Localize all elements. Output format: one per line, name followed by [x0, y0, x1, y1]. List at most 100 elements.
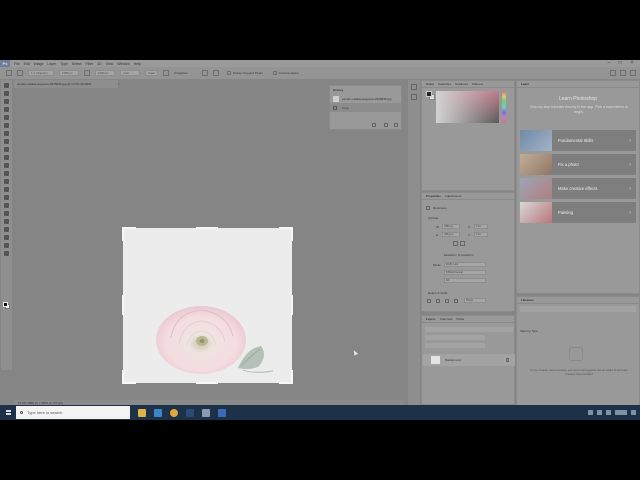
hue-slider[interactable]: [502, 91, 506, 123]
tab-properties[interactable]: Properties: [426, 194, 441, 198]
learn-card-fix-photo[interactable]: Fix a photo ›: [520, 154, 636, 175]
menu-help[interactable]: Help: [134, 62, 141, 66]
landscape-icon[interactable]: [460, 241, 465, 246]
crop-tool-icon[interactable]: [17, 70, 23, 76]
file-explorer-icon[interactable]: [138, 408, 146, 417]
resolution-input[interactable]: px/in: [120, 70, 140, 76]
minimize-icon[interactable]: –: [604, 60, 614, 67]
photoshop-icon[interactable]: [186, 408, 194, 417]
network-icon[interactable]: [588, 410, 593, 415]
tab-learn[interactable]: Learn: [521, 82, 529, 86]
history-item[interactable]: Crop: [330, 103, 401, 112]
menu-view[interactable]: View: [106, 62, 114, 66]
ruler-units-select[interactable]: Pixels: [464, 298, 486, 303]
crop-handle-top-right-v[interactable]: [291, 227, 293, 241]
edge-icon[interactable]: [154, 408, 162, 417]
mode-select[interactable]: RGB Color: [444, 262, 486, 267]
crop-height-input[interactable]: 1080 px: [95, 70, 115, 76]
learn-card-fundamental-skills[interactable]: Fundamental Skills ›: [520, 130, 636, 151]
history-item[interactable]: pexels-natalia-sergeeva-2525830.jpg: [330, 94, 401, 103]
menu-3d[interactable]: 3D: [97, 62, 101, 66]
menu-filter[interactable]: Filter: [86, 62, 94, 66]
type-tool-icon[interactable]: [4, 211, 9, 216]
brush-settings-icon[interactable]: [411, 94, 417, 100]
notification-icon[interactable]: [631, 410, 636, 415]
view-by-type-select[interactable]: View by Type: [520, 329, 538, 333]
marquee-tool-icon[interactable]: [4, 91, 9, 96]
portrait-icon[interactable]: [453, 241, 458, 246]
tab-channels[interactable]: Channels: [440, 317, 453, 321]
crop-width-input[interactable]: 1080 px: [59, 70, 79, 76]
brush-tool-icon[interactable]: [4, 147, 9, 152]
frame-tool-icon[interactable]: [4, 123, 9, 128]
tab-gradients[interactable]: Gradients: [455, 82, 468, 86]
battery-icon[interactable]: [606, 410, 611, 415]
crop-handle-bottom[interactable]: [196, 382, 218, 384]
crop-handle-top-left[interactable]: [122, 227, 136, 229]
guides-icon[interactable]: [445, 299, 449, 303]
chrome-icon[interactable]: [170, 408, 178, 417]
crop-handle-right[interactable]: [291, 295, 293, 315]
menu-file[interactable]: File: [14, 62, 20, 66]
menu-image[interactable]: Image: [34, 62, 44, 66]
guide-color-swatch[interactable]: [454, 299, 458, 303]
ruler-icon[interactable]: [427, 299, 431, 303]
start-button[interactable]: [0, 405, 16, 420]
canvas-height-input[interactable]: 3854 px: [442, 232, 460, 237]
menu-type[interactable]: Type: [60, 62, 68, 66]
eraser-tool-icon[interactable]: [4, 171, 9, 176]
crop-handle-left[interactable]: [122, 295, 124, 315]
lock-icon[interactable]: [506, 358, 509, 362]
foreground-color-chip[interactable]: [426, 91, 432, 97]
content-aware-checkbox[interactable]: [272, 71, 277, 75]
lock-options[interactable]: [425, 343, 485, 348]
crop-ratio-select[interactable]: 1:1 (Square): [28, 70, 54, 76]
clone-stamp-tool-icon[interactable]: [4, 155, 9, 160]
crop-handle-top[interactable]: [196, 227, 218, 229]
clear-button[interactable]: Clear: [145, 70, 159, 76]
history-brush-tool-icon[interactable]: [4, 163, 9, 168]
more-tools-icon[interactable]: [4, 251, 9, 256]
menu-edit[interactable]: Edit: [24, 62, 30, 66]
tab-libraries[interactable]: Libraries: [521, 298, 534, 302]
canvas-x-input[interactable]: 0 px: [474, 224, 488, 229]
lasso-tool-icon[interactable]: [4, 99, 9, 104]
zoom-tool-icon[interactable]: [4, 243, 9, 248]
tab-patterns[interactable]: Patterns: [472, 82, 483, 86]
gradient-tool-icon[interactable]: [4, 179, 9, 184]
blur-tool-icon[interactable]: [4, 187, 9, 192]
home-icon[interactable]: [6, 70, 12, 76]
canvas-width-input[interactable]: 2880 px: [442, 224, 460, 229]
swap-icon[interactable]: [84, 70, 90, 76]
healing-tool-icon[interactable]: [4, 139, 9, 144]
snapshot-icon[interactable]: [372, 123, 376, 127]
search-icon[interactable]: [610, 70, 616, 76]
delete-cropped-checkbox[interactable]: [226, 71, 231, 75]
volume-icon[interactable]: [597, 410, 602, 415]
straighten-icon[interactable]: [163, 70, 170, 76]
camera-icon[interactable]: [384, 123, 388, 127]
path-select-tool-icon[interactable]: [4, 219, 9, 224]
dodge-tool-icon[interactable]: [4, 195, 9, 200]
word-icon[interactable]: [218, 408, 226, 417]
menu-select[interactable]: Select: [72, 62, 82, 66]
fill-select[interactable]: Fill: [444, 278, 486, 283]
bit-depth-select[interactable]: 8 Bits/Channel: [444, 270, 486, 275]
document-image[interactable]: [123, 228, 292, 383]
settings-gear-icon[interactable]: [212, 70, 219, 76]
blend-mode-select[interactable]: [425, 335, 485, 340]
tab-swatches[interactable]: Swatches: [438, 82, 451, 86]
overlay-icon[interactable]: [201, 70, 208, 76]
library-search-input[interactable]: [520, 306, 636, 312]
taskbar-search-input[interactable]: Type here to search: [16, 406, 130, 419]
tab-adjustments[interactable]: Adjustments: [445, 194, 462, 198]
canvas-y-input[interactable]: 0 px: [474, 232, 488, 237]
learn-card-painting[interactable]: Painting ›: [520, 202, 636, 223]
tab-color[interactable]: Color: [426, 82, 434, 86]
color-swatches[interactable]: [3, 302, 10, 309]
crop-handle-bottom-right-v[interactable]: [291, 370, 293, 384]
workspace-icon[interactable]: [620, 70, 626, 76]
color-picker-field[interactable]: [436, 91, 499, 123]
history-panel-icon[interactable]: [411, 84, 417, 90]
crop-handle-bottom-left[interactable]: [122, 382, 136, 384]
